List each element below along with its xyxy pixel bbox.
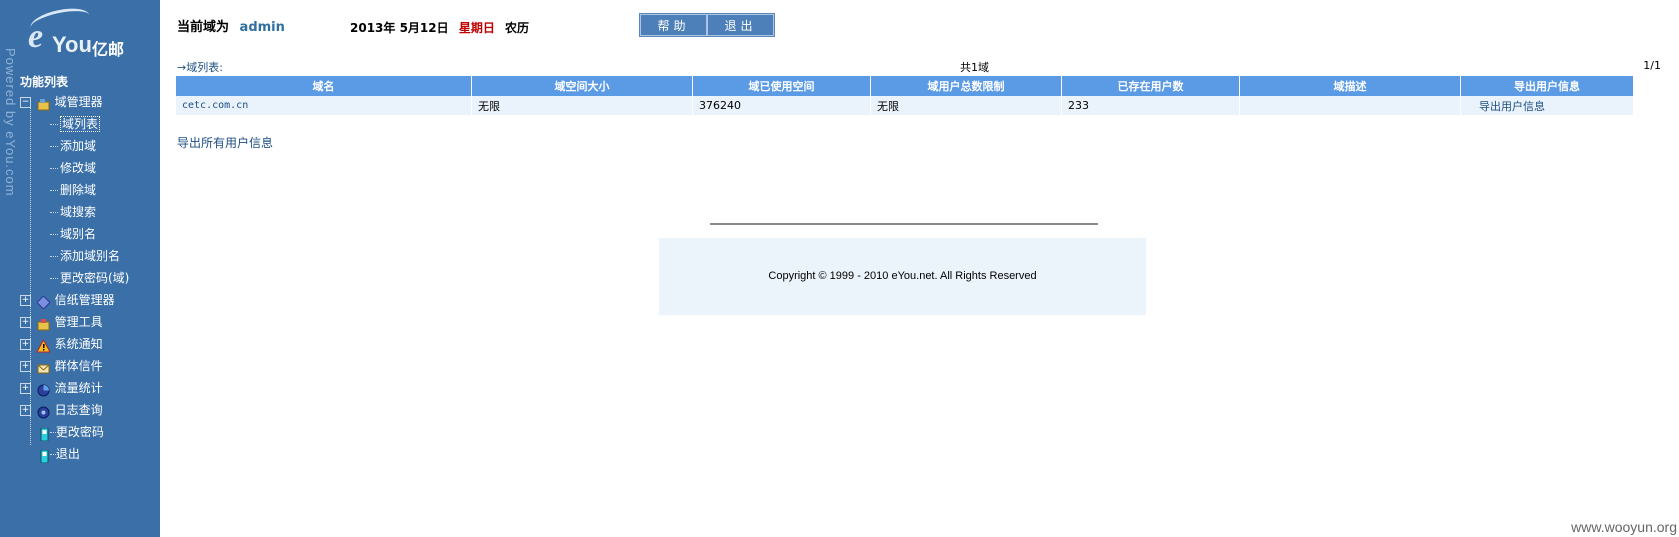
tree-node-domain-manager[interactable]: − 域管理器 <box>20 91 160 113</box>
help-button[interactable]: 帮助 <box>640 14 707 36</box>
tree-title: 功能列表 <box>20 75 69 89</box>
copyright-text: Copyright © 1999 - 2010 eYou.net. All Ri… <box>768 270 1037 282</box>
tree-node-stationery-manager[interactable]: + 信纸管理器 <box>20 289 160 311</box>
expand-icon[interactable]: + <box>20 361 31 372</box>
logo-you: You <box>52 32 92 57</box>
tools-icon <box>37 316 50 331</box>
function-tree: 功能列表 − 域管理器 域列表 添加域 修改域 删除域 域搜索 域别名 添加域别… <box>20 73 160 465</box>
tree-label[interactable]: 域列表 <box>60 116 101 132</box>
expand-icon[interactable]: + <box>20 317 31 328</box>
tree-label[interactable]: 修改域 <box>48 161 96 175</box>
export-users-link[interactable]: 导出用户信息 <box>1460 96 1634 115</box>
tree-label[interactable]: 域搜索 <box>48 205 96 219</box>
domain-list-caption: →域列表: <box>177 61 223 74</box>
tree-label[interactable]: 退出 <box>56 447 80 461</box>
tree-label[interactable]: 域管理器 <box>55 95 103 109</box>
header-button-group: 帮助 退出 <box>639 13 775 37</box>
tree-label[interactable]: 群体信件 <box>55 359 103 373</box>
logout-button[interactable]: 退出 <box>707 14 774 36</box>
column-header-domain: 域名 <box>176 76 472 96</box>
table-row: cetc.com.cn 无限 376240 无限 233 导出用户信息 <box>176 96 1634 115</box>
tree-label[interactable]: 系统通知 <box>55 337 103 351</box>
tree-node-system-notice[interactable]: + 系统通知 <box>20 333 160 355</box>
expand-icon[interactable]: + <box>20 295 31 306</box>
table-header-row: 域名 域空间大小 域已使用空间 域用户总数限制 已存在用户数 域描述 导出用户信… <box>176 76 1634 96</box>
export-all-users-link[interactable]: 导出所有用户信息 <box>177 134 273 151</box>
warning-icon <box>35 338 51 353</box>
weekday-text: 星期日 <box>458 21 495 35</box>
powered-by-text: Powered by eYou.com <box>3 48 18 197</box>
expand-icon[interactable]: + <box>20 339 31 350</box>
date-text: 2013年 5月12日 <box>350 21 449 35</box>
phone-icon <box>38 426 51 442</box>
tree-label[interactable]: 更改密码 <box>56 425 104 439</box>
tree-item-change-domain-password[interactable]: 更改密码(域) <box>20 267 160 289</box>
tree-label[interactable]: 删除域 <box>48 183 96 197</box>
date-display: 2013年 5月12日 星期日 农历 <box>350 19 529 36</box>
log-icon <box>37 404 50 419</box>
stats-icon <box>37 382 50 397</box>
diamond-icon <box>36 294 51 310</box>
user-count-cell: 233 <box>1061 96 1240 115</box>
tree-item-logout[interactable]: 退出 <box>20 443 160 465</box>
tree-item-domain-list[interactable]: 域列表 <box>20 113 160 135</box>
footer-divider <box>710 223 1098 225</box>
tree-label[interactable]: 流量统计 <box>55 381 103 395</box>
collapse-icon[interactable]: − <box>20 97 31 108</box>
tree-item-add-domain[interactable]: 添加域 <box>20 135 160 157</box>
tree-item-delete-domain[interactable]: 删除域 <box>20 179 160 201</box>
domain-name-cell[interactable]: cetc.com.cn <box>176 96 472 115</box>
column-header-user-limit: 域用户总数限制 <box>870 76 1062 96</box>
tree-node-traffic-stats[interactable]: + 流量统计 <box>20 377 160 399</box>
tree-label[interactable]: 添加域别名 <box>48 249 120 263</box>
expand-icon[interactable]: + <box>20 383 31 394</box>
user-limit-cell: 无限 <box>870 96 1062 115</box>
tree-label[interactable]: 域别名 <box>48 227 96 241</box>
column-header-description: 域描述 <box>1239 76 1461 96</box>
tree-node-log-query[interactable]: + 日志查询 <box>20 399 160 421</box>
tree-label[interactable]: 管理工具 <box>55 315 103 329</box>
folder-tools-icon <box>37 96 50 111</box>
group-mail-icon <box>37 360 50 374</box>
tree-node-admin-tools[interactable]: + 管理工具 <box>20 311 160 333</box>
domain-total-count: 共1域 <box>960 61 989 74</box>
logo-cn: 亿邮 <box>92 40 125 59</box>
description-cell <box>1239 96 1461 115</box>
column-header-used: 域已使用空间 <box>692 76 871 96</box>
tree-item-domain-alias[interactable]: 域别名 <box>20 223 160 245</box>
tree-label[interactable]: 日志查询 <box>55 403 103 417</box>
tree-label[interactable]: 信纸管理器 <box>55 293 115 307</box>
expand-icon[interactable]: + <box>20 405 31 416</box>
column-header-export: 导出用户信息 <box>1460 76 1634 96</box>
tree-item-edit-domain[interactable]: 修改域 <box>20 157 160 179</box>
current-user: admin <box>239 20 285 35</box>
tree-label[interactable]: 添加域 <box>48 139 96 153</box>
tree-item-search-domain[interactable]: 域搜索 <box>20 201 160 223</box>
phone-icon <box>38 448 51 464</box>
tree-item-add-domain-alias[interactable]: 添加域别名 <box>20 245 160 267</box>
current-domain: 当前域为 admin <box>177 16 285 35</box>
column-header-space: 域空间大小 <box>471 76 693 96</box>
lunar-calendar-text: 农历 <box>505 21 530 35</box>
watermark: www.wooyun.org <box>1571 519 1677 535</box>
current-domain-label: 当前域为 <box>177 20 230 35</box>
tree-node-group-mail[interactable]: + 群体信件 <box>20 355 160 377</box>
footer: Copyright © 1999 - 2010 eYou.net. All Ri… <box>659 238 1146 315</box>
tree-label[interactable]: 更改密码(域) <box>48 271 129 285</box>
domain-table: 域名 域空间大小 域已使用空间 域用户总数限制 已存在用户数 域描述 导出用户信… <box>176 76 1634 115</box>
logo-mark: e <box>28 18 44 55</box>
sidebar: Powered by eYou.com e You 亿邮 功能列表 − 域管理器… <box>0 0 160 537</box>
used-space-cell: 376240 <box>692 96 871 115</box>
tree-item-change-password[interactable]: 更改密码 <box>20 421 160 443</box>
page-indicator: 1/1 <box>1643 59 1661 72</box>
eyou-logo: e You 亿邮 <box>22 4 142 64</box>
space-cell: 无限 <box>471 96 693 115</box>
column-header-user-count: 已存在用户数 <box>1061 76 1240 96</box>
